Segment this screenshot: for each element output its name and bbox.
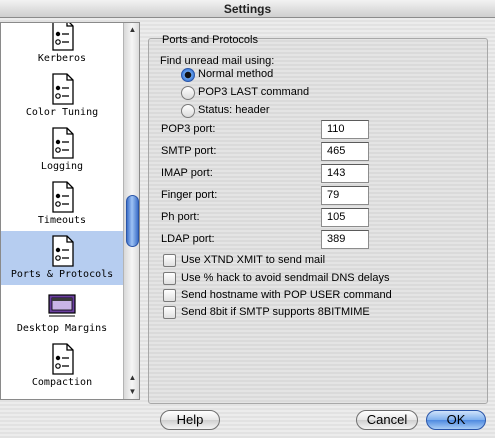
sidebar-item-label: Logging [40,161,84,172]
document-switch-icon [52,23,74,51]
ok-button[interactable]: OK [426,410,486,430]
find-unread-label: Find unread mail using: [160,55,275,67]
panel-title: Ports and Protocols [162,34,258,46]
radio-normal-method[interactable] [181,68,195,82]
settings-sidebar: Kerberos Color Tuning Logging Timeouts P… [0,22,140,400]
checkbox-send-hostname[interactable] [163,289,176,302]
sidebar-item-label: Timeouts [37,215,87,226]
sidebar-item-label: Desktop Margins [16,323,108,334]
imap-port-label: IMAP port: [161,167,213,179]
document-switch-icon [52,181,74,213]
scroll-up-arrow-icon[interactable]: ▲ [124,371,139,385]
smtp-port-field[interactable]: 465 [321,142,369,161]
sidebar-item-label: Compaction [31,377,93,388]
sidebar-item-timeouts[interactable]: Timeouts [1,177,123,231]
scroll-up-arrow-icon[interactable]: ▲ [124,23,139,37]
sidebar-list: Kerberos Color Tuning Logging Timeouts P… [1,23,123,393]
finger-port-label: Finger port: [161,189,218,201]
help-button[interactable]: Help [160,410,220,430]
settings-window: Kerberos Color Tuning Logging Timeouts P… [0,18,495,438]
checkbox-label: Use XTND XMIT to send mail [181,254,326,266]
radio-pop3-last[interactable] [181,86,195,100]
document-switch-icon [52,73,74,105]
scroll-down-arrow-icon[interactable]: ▼ [124,385,139,399]
smtp-port-label: SMTP port: [161,145,217,157]
checkbox-label: Use % hack to avoid sendmail DNS delays [181,272,390,284]
radio-label: Normal method [198,68,274,80]
ph-port-field[interactable]: 105 [321,208,369,227]
checkbox-label: Send 8bit if SMTP supports 8BITMIME [181,306,370,318]
scroll-thumb[interactable] [126,195,139,247]
document-switch-icon [52,343,74,375]
ph-port-label: Ph port: [161,211,200,223]
window-title: Settings [0,0,495,18]
sidebar-item-color-tuning[interactable]: Color Tuning [1,69,123,123]
sidebar-item-label: Ports & Protocols [10,269,114,280]
sidebar-item-label: Kerberos [37,53,87,64]
sidebar-item-kerberos[interactable]: Kerberos [1,23,123,69]
pop3-port-label: POP3 port: [161,123,216,135]
pop3-port-field[interactable]: 110 [321,120,369,139]
checkbox-percent-hack[interactable] [163,272,176,285]
ldap-port-field[interactable]: 389 [321,230,369,249]
sidebar-scrollbar[interactable]: ▲ ▲ ▼ [123,23,139,399]
sidebar-item-logging[interactable]: Logging [1,123,123,177]
document-switch-icon [52,235,74,267]
document-switch-icon [52,127,74,159]
sidebar-item-label: Color Tuning [25,107,99,118]
imap-port-field[interactable]: 143 [321,164,369,183]
radio-label: Status: header [198,104,270,116]
cancel-button[interactable]: Cancel [356,410,418,430]
checkbox-xtnd-xmit[interactable] [163,254,176,267]
checkbox-label: Send hostname with POP USER command [181,289,392,301]
screen-margins-icon [48,294,76,317]
finger-port-field[interactable]: 79 [321,186,369,205]
radio-status-header[interactable] [181,104,195,118]
checkbox-send-8bit[interactable] [163,306,176,319]
sidebar-item-ports-protocols[interactable]: Ports & Protocols [1,231,123,285]
radio-label: POP3 LAST command [198,86,310,98]
sidebar-item-compaction[interactable]: Compaction [1,339,123,393]
ldap-port-label: LDAP port: [161,233,215,245]
sidebar-item-desktop-margins[interactable]: Desktop Margins [1,285,123,339]
